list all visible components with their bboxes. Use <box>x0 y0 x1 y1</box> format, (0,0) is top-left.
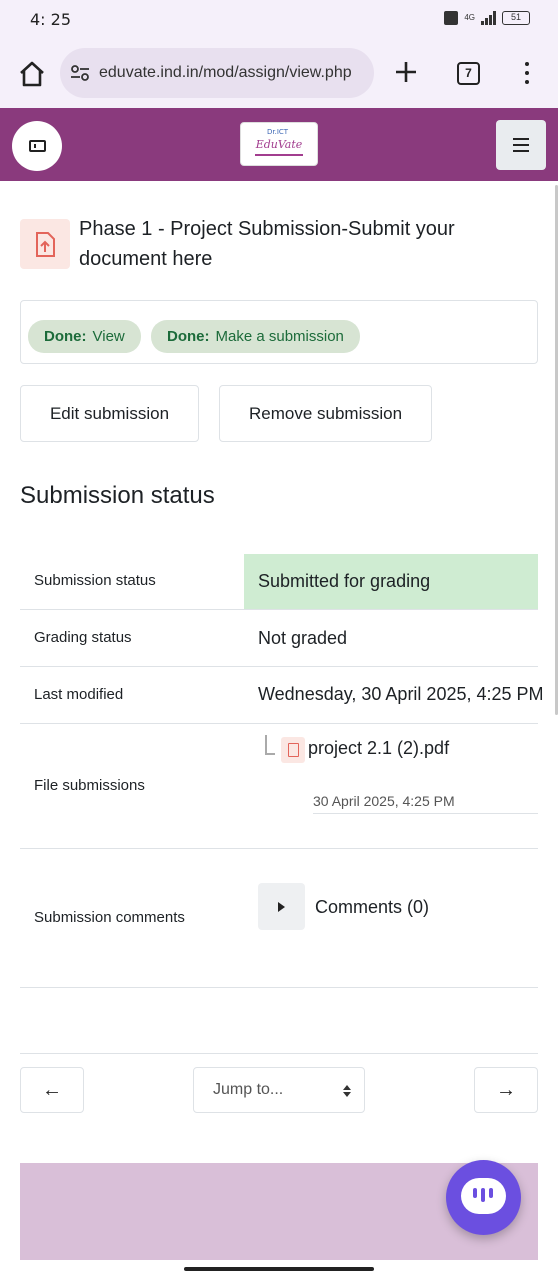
jump-to-label: Jump to... <box>213 1081 284 1098</box>
site-settings-icon[interactable] <box>70 63 90 83</box>
site-header: Dr.ICT EduVate <box>0 108 558 181</box>
course-index-button[interactable] <box>12 121 62 171</box>
submission-status-heading: Submission status <box>20 482 215 509</box>
divider <box>20 1053 538 1054</box>
jump-to-select[interactable]: Jump to... <box>193 1067 365 1113</box>
chat-button[interactable] <box>446 1160 521 1235</box>
activity-completion: Done: View Done: Make a submission <box>20 300 538 364</box>
remove-submission-button[interactable]: Remove submission <box>219 385 432 442</box>
table-row: Grading status Not graded <box>20 610 538 667</box>
file-upload-icon <box>20 219 70 269</box>
previous-activity-button[interactable]: ← <box>20 1067 84 1113</box>
table-row: Last modified Wednesday, 30 April 2025, … <box>20 667 544 724</box>
new-tab-icon[interactable] <box>394 60 418 84</box>
row-label: Submission comments <box>34 909 185 926</box>
submission-status-value: Submitted for grading <box>258 571 431 591</box>
status-icons: 4G 51 <box>444 11 530 25</box>
hamburger-icon <box>496 138 546 156</box>
page-title: Phase 1 - Project Submission-Submit your… <box>79 218 455 270</box>
home-indicator[interactable] <box>184 1267 374 1271</box>
site-logo[interactable]: Dr.ICT EduVate <box>240 122 318 166</box>
row-label: Grading status <box>34 629 132 646</box>
table-row: Submission status Submitted for grading <box>20 554 538 610</box>
home-icon[interactable] <box>18 60 46 88</box>
browser-toolbar: eduvate.ind.in/mod/assign/view.php 7 <box>0 40 558 108</box>
battery-icon: 51 <box>502 11 530 25</box>
logo-name: EduVate <box>255 138 303 151</box>
completion-badge-submission: Done: Make a submission <box>151 320 360 353</box>
url-text[interactable]: eduvate.ind.in/mod/assign/view.php <box>99 64 352 82</box>
file-date: 30 April 2025, 4:25 PM <box>313 793 455 809</box>
select-caret-icon <box>343 1085 351 1097</box>
sidebar-toggle-icon <box>29 140 46 152</box>
tab-switcher-button[interactable]: 7 <box>457 62 480 85</box>
chat-icon <box>461 1178 506 1214</box>
next-activity-button[interactable]: → <box>474 1067 538 1113</box>
logo-top-text: Dr.ICT <box>267 128 289 136</box>
status-time: 4: 25 <box>30 10 72 29</box>
last-modified-value: Wednesday, 30 April 2025, 4:25 PM <box>258 684 544 704</box>
pdf-file-icon <box>281 737 305 763</box>
browser-menu-icon[interactable] <box>520 62 534 88</box>
comments-expand-button[interactable] <box>258 883 305 930</box>
row-label: Last modified <box>34 686 124 703</box>
completion-badge-view: Done: View <box>28 320 141 353</box>
status-bar: 4: 25 4G 51 <box>0 0 558 40</box>
signal-icon <box>481 11 496 25</box>
edit-submission-button[interactable]: Edit submission <box>20 385 199 442</box>
row-label: Submission status <box>34 572 156 589</box>
row-label: File submissions <box>34 777 145 794</box>
file-link[interactable]: project 2.1 (2).pdf <box>308 738 449 759</box>
primary-menu-button[interactable] <box>496 120 546 170</box>
grading-status-value: Not graded <box>258 628 348 648</box>
comments-link[interactable]: Comments (0) <box>315 897 429 918</box>
tree-connector <box>265 735 275 755</box>
table-row: File submissions <box>20 724 538 849</box>
network-4g-icon: 4G <box>464 13 475 22</box>
address-bar[interactable]: eduvate.ind.in/mod/assign/view.php <box>60 48 374 98</box>
volte-icon <box>444 11 459 25</box>
